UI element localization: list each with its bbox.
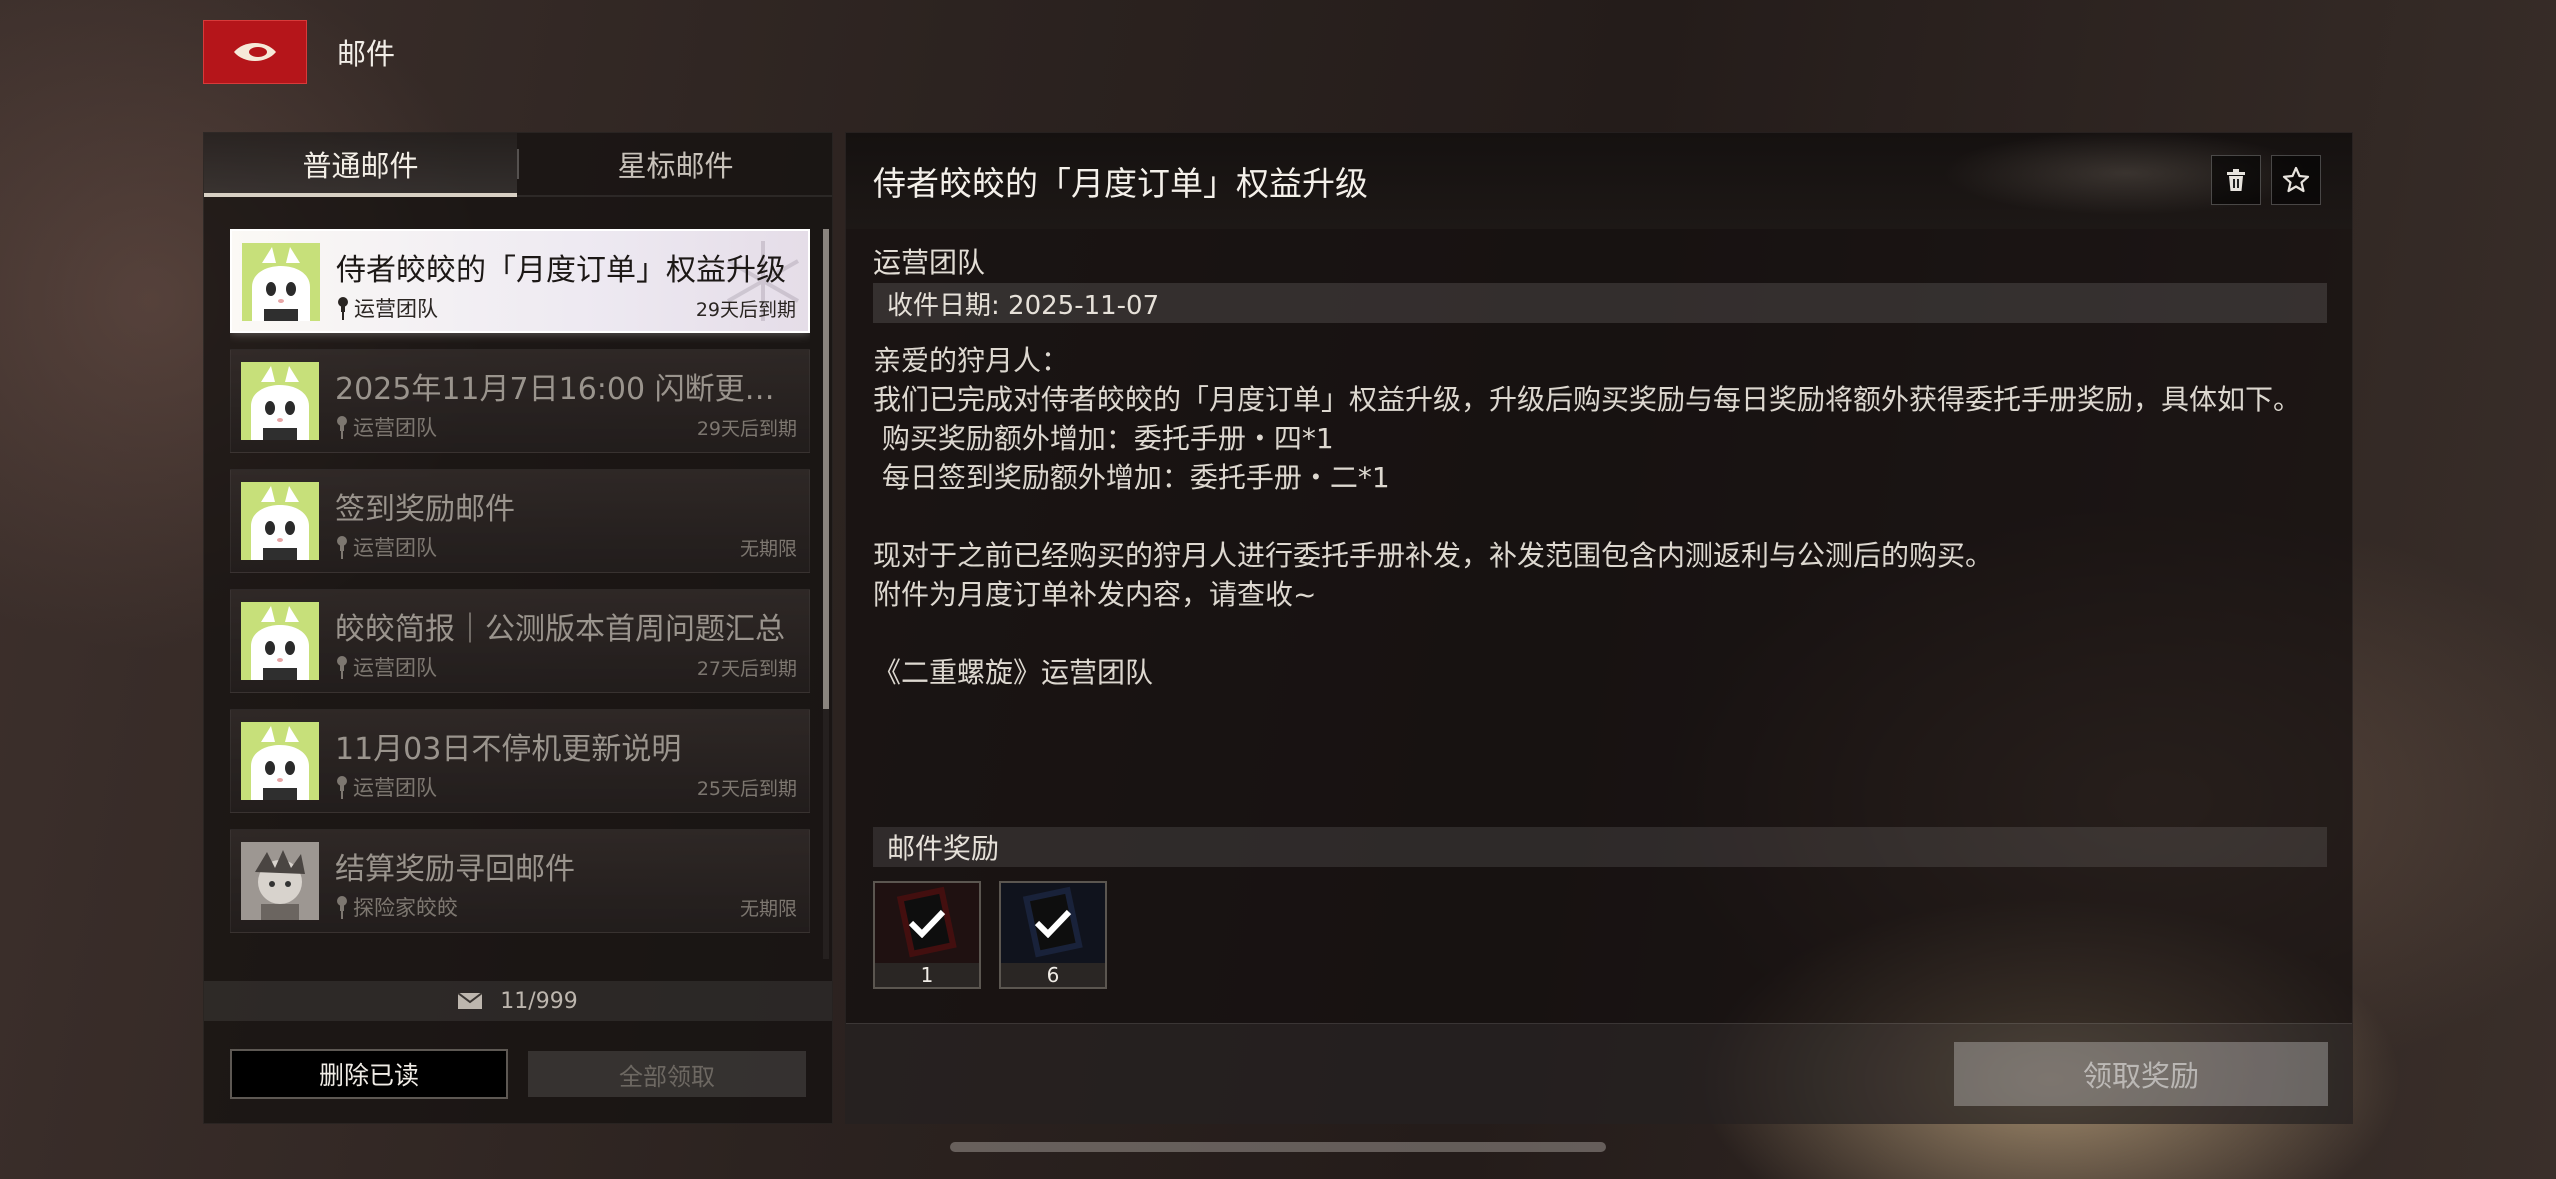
mail-body-line: 我们已完成对侍者皎皎的「月度订单」权益升级，升级后购买奖励与每日奖励将额外获得委… — [873, 383, 2302, 416]
sender-avatar — [241, 482, 319, 560]
mail-body-line: 购买奖励额外增加：委托手册・四*1 — [873, 422, 1334, 455]
mail-body: 亲爱的狩月人： 我们已完成对侍者皎皎的「月度订单」权益升级，升级后购买奖励与每日奖… — [873, 341, 2333, 692]
detail-title: 侍者皎皎的「月度订单」权益升级 — [873, 164, 1368, 203]
sender-avatar — [241, 842, 319, 920]
scrollbar-thumb[interactable] — [823, 229, 829, 709]
reward-item[interactable]: 1 — [873, 881, 981, 989]
mail-item[interactable]: 侍者皎皎的「月度订单」权益升级运营团队 29天后到期 — [230, 229, 810, 333]
sender-avatar — [241, 722, 319, 800]
mail-sender-name: 运营团队 — [354, 297, 438, 321]
delete-mail-button[interactable] — [2211, 155, 2261, 205]
pin-icon — [338, 297, 348, 320]
mail-tabs: 普通邮件 星标邮件 — [204, 133, 832, 197]
mail-title: 签到奖励邮件 — [335, 492, 515, 527]
checkmark-icon — [1034, 909, 1072, 938]
pin-icon — [337, 896, 347, 919]
mail-item[interactable]: 2025年11月7日16:00 闪断更新维护公告运营团队 29天后到期 — [230, 349, 810, 453]
claim-reward-button[interactable]: 领取奖励 — [1954, 1042, 2328, 1106]
mail-expiry: 无期限 — [739, 898, 797, 920]
home-indicator[interactable] — [950, 1142, 1606, 1152]
mail-sender: 运营团队 — [335, 772, 437, 802]
mail-sender-name: 运营团队 — [353, 416, 437, 440]
mail-expiry: 25天后到期 — [696, 778, 797, 800]
sender-avatar — [241, 362, 319, 440]
back-button[interactable] — [203, 20, 307, 84]
reward-item[interactable]: 6 — [999, 881, 1107, 989]
tab-starred-mail[interactable]: 星标邮件 — [519, 133, 832, 195]
mail-expiry: 27天后到期 — [696, 658, 797, 680]
page-title: 邮件 — [337, 37, 396, 71]
checkmark-icon — [908, 909, 946, 938]
mail-expiry: 无期限 — [739, 538, 797, 560]
mail-item[interactable]: 11月03日不停机更新说明运营团队 25天后到期 — [230, 709, 810, 813]
mail-sender: 运营团队 — [335, 532, 437, 562]
mail-title: 结算奖励寻回邮件 — [335, 852, 575, 887]
pin-icon — [337, 656, 347, 679]
tab-normal-mail[interactable]: 普通邮件 — [204, 133, 517, 197]
star-icon — [2282, 166, 2310, 193]
detail-header: 侍者皎皎的「月度订单」权益升级 — [846, 133, 2352, 229]
mail-title: 11月03日不停机更新说明 — [335, 732, 682, 767]
star-mail-button[interactable] — [2271, 155, 2321, 205]
sender-avatar — [241, 602, 319, 680]
mail-title: 2025年11月7日16:00 闪断更新维护公告 — [335, 372, 795, 407]
mail-body-line — [873, 614, 2333, 653]
mail-detail-panel: 侍者皎皎的「月度订单」权益升级 运营团队 收件日期: 2025-11-07 亲爱… — [845, 132, 2353, 1124]
mail-list-scrollbar[interactable] — [823, 229, 829, 959]
mail-sender-name: 运营团队 — [353, 776, 437, 800]
mail-sender-name: 探险家皎皎 — [353, 896, 458, 920]
pin-icon — [337, 536, 347, 559]
mail-body-line — [873, 497, 2333, 536]
mail-sender-name: 运营团队 — [353, 656, 437, 680]
detail-footer: 领取奖励 — [846, 1023, 2352, 1123]
top-bar: 邮件 — [203, 20, 395, 84]
mail-title: 侍者皎皎的「月度订单」权益升级 — [336, 253, 786, 288]
reward-quantity: 1 — [875, 963, 979, 987]
mail-item[interactable]: 皎皎简报｜公测版本首周问题汇总运营团队 27天后到期 — [230, 589, 810, 693]
mail-body-line: 附件为月度订单补发内容，请查收~ — [873, 578, 1317, 611]
mail-body-line: 《二重螺旋》运营团队 — [873, 656, 1154, 689]
reward-list: 16 — [873, 881, 1107, 989]
pin-icon — [337, 416, 347, 439]
mail-body-line: 每日签到奖励额外增加：委托手册・二*1 — [873, 461, 1390, 494]
reward-section-label: 邮件奖励 — [873, 827, 2327, 867]
mail-count-bar: 11/999 — [204, 981, 832, 1021]
mail-list: 侍者皎皎的「月度订单」权益升级 运营团队 29天后到期 2025年11月7日16:00… — [230, 229, 810, 959]
mail-list-panel: 普通邮件 星标邮件 侍者皎皎的「月度订单」权益升级 运营团队 29天后到期 2025年… — [203, 132, 833, 1124]
mail-sender: 运营团队 — [335, 412, 437, 442]
mail-sender-name: 运营团队 — [353, 536, 437, 560]
mail-body-line: 亲爱的狩月人： — [873, 344, 1070, 377]
claimed-check — [875, 883, 979, 963]
mail-count: 11/999 — [500, 988, 578, 1014]
mail-item[interactable]: 签到奖励邮件运营团队 无期限 — [230, 469, 810, 573]
mail-body-line: 现对于之前已经购买的狩月人进行委托手册补发，补发范围包含内测返利与公测后的购买。 — [873, 539, 1994, 572]
mail-item[interactable]: 结算奖励寻回邮件探险家皎皎 无期限 — [230, 829, 810, 933]
sender-avatar — [242, 243, 320, 321]
mail-expiry: 29天后到期 — [696, 418, 797, 440]
envelope-icon — [458, 993, 483, 1009]
reward-quantity: 6 — [1001, 963, 1105, 987]
mail-title: 皎皎简报｜公测版本首周问题汇总 — [335, 612, 785, 647]
detail-sender: 运营团队 — [873, 246, 986, 279]
claimed-check — [1001, 883, 1105, 963]
mail-sender: 运营团队 — [336, 293, 438, 323]
back-arrow-icon — [234, 43, 276, 61]
received-date: 收件日期: 2025-11-07 — [873, 283, 2327, 323]
mail-sender: 运营团队 — [335, 652, 437, 682]
delete-read-button[interactable]: 删除已读 — [230, 1049, 508, 1099]
pin-icon — [337, 776, 347, 799]
mail-expiry: 29天后到期 — [695, 299, 796, 321]
claim-all-button[interactable]: 全部领取 — [528, 1051, 806, 1097]
trash-icon — [2227, 169, 2245, 191]
mail-sender: 探险家皎皎 — [335, 892, 458, 922]
